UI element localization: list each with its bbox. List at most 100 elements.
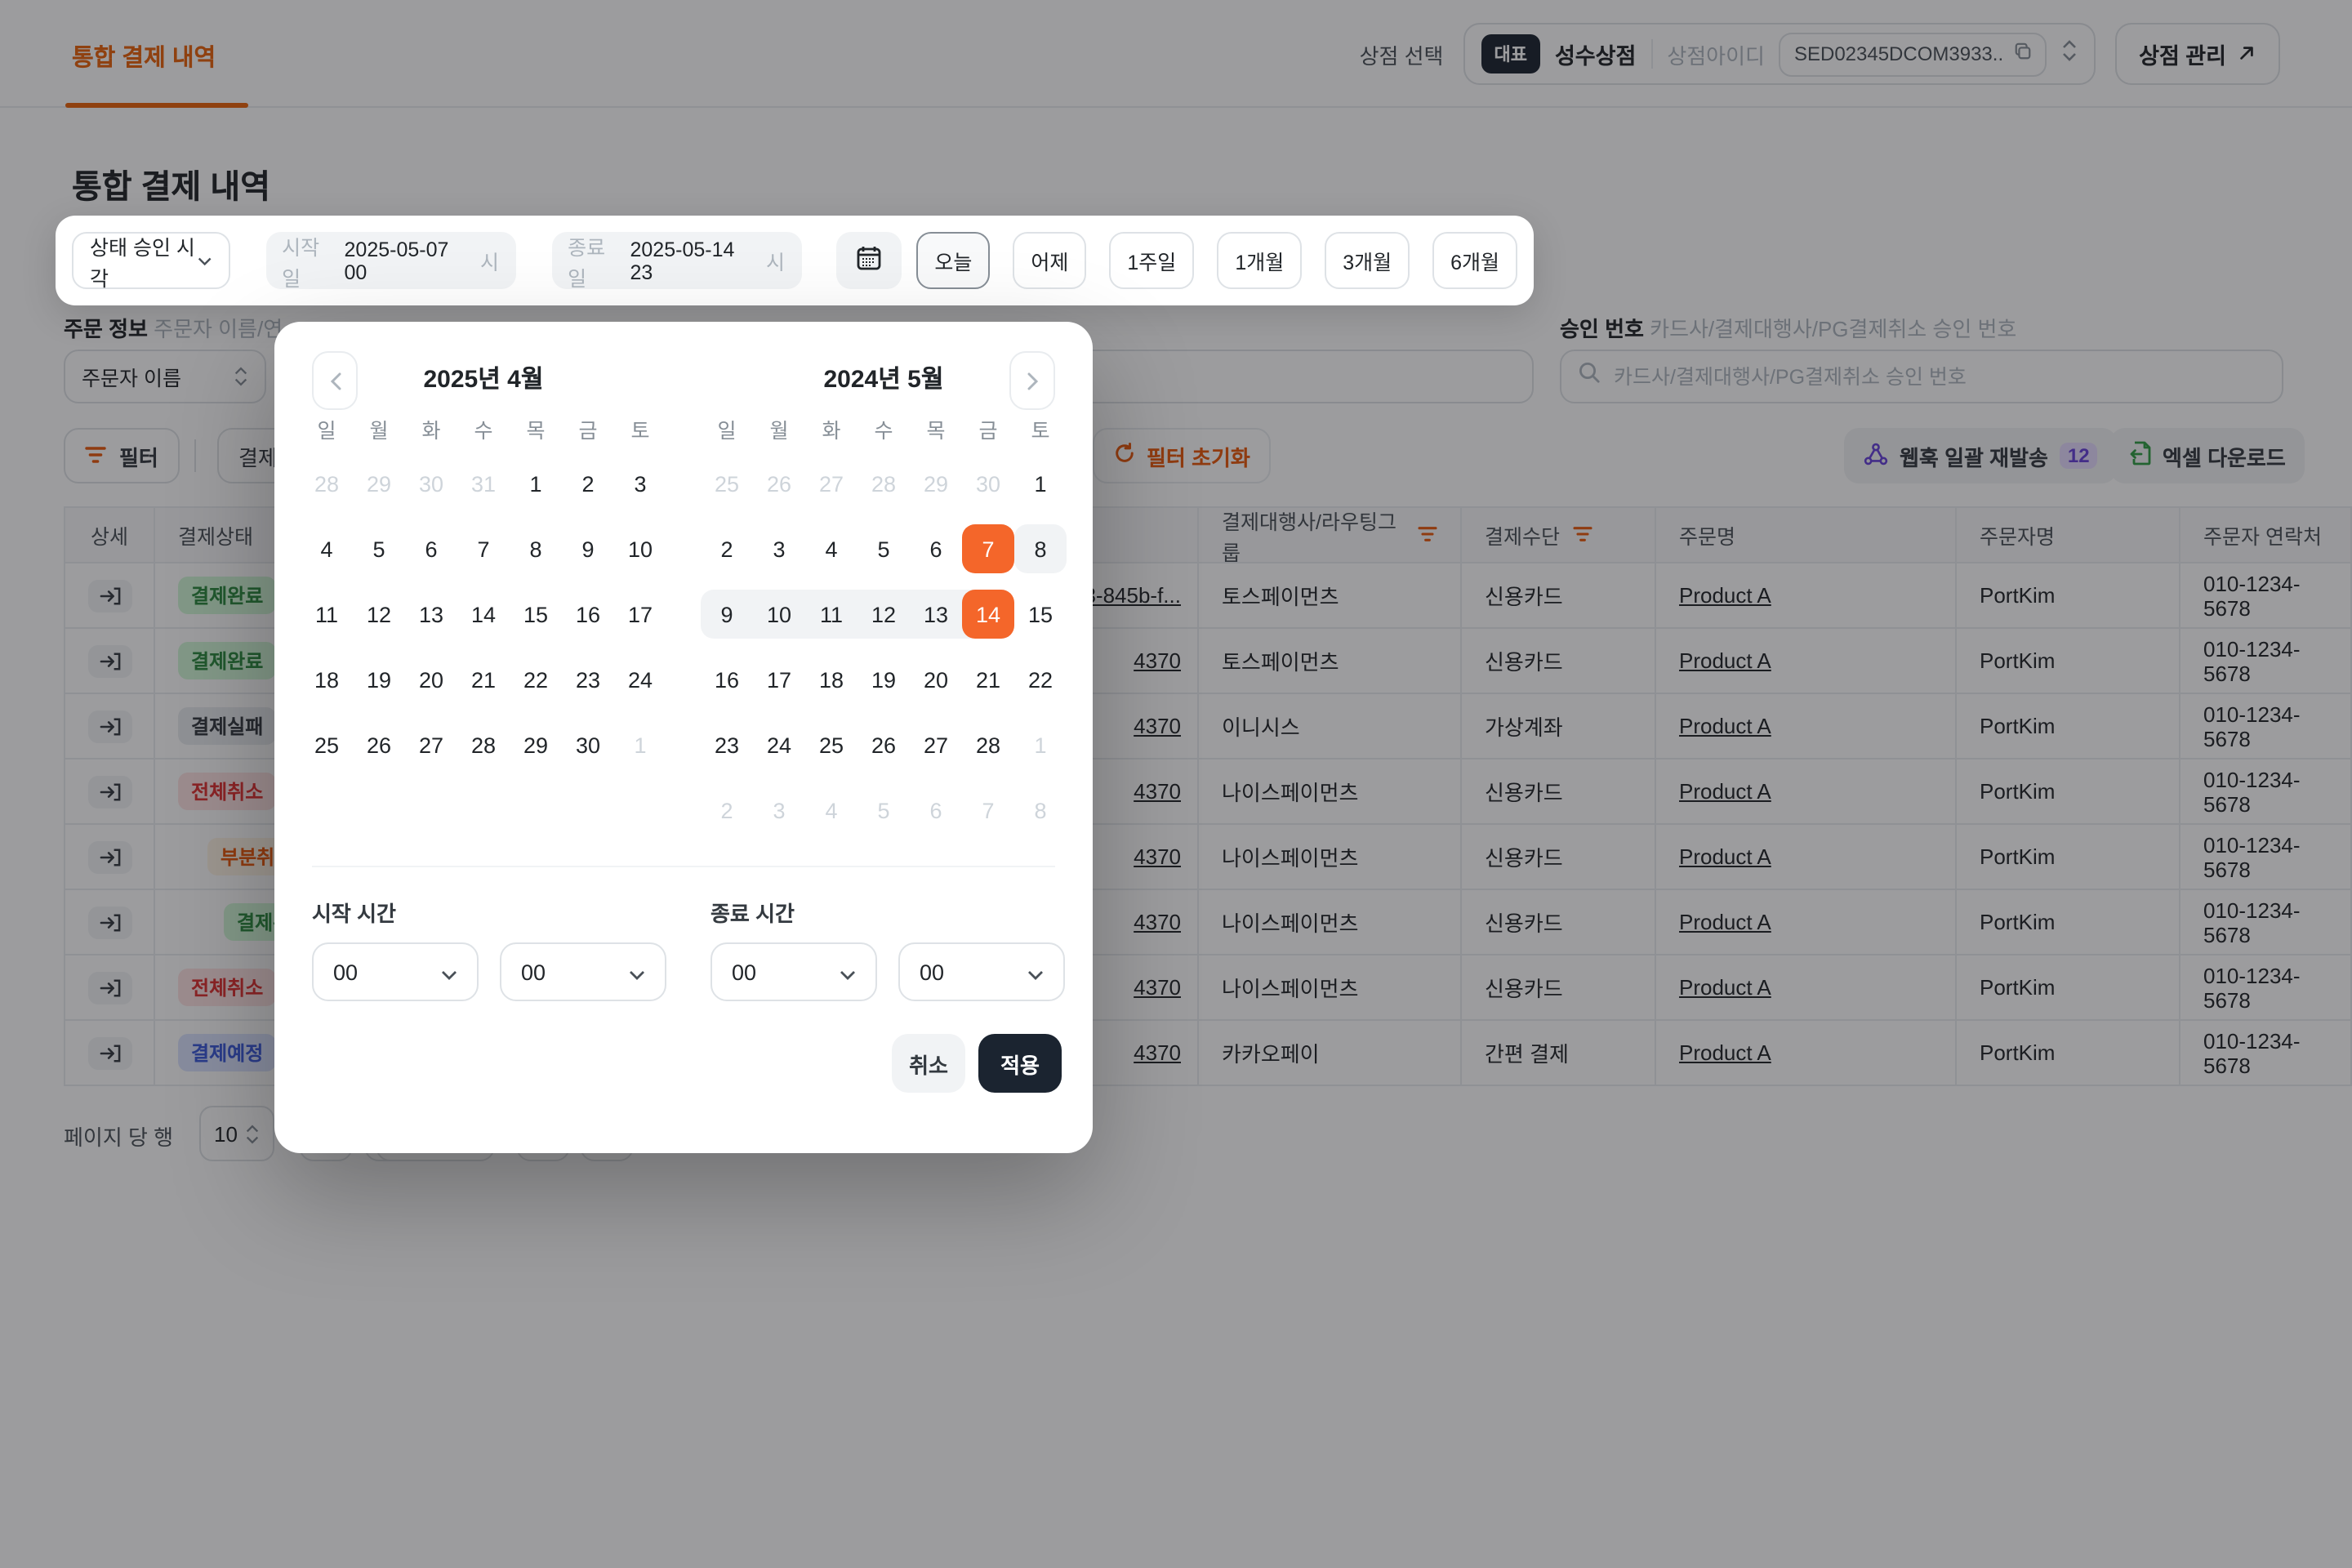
calendar-day-right[interactable]: 29 bbox=[910, 459, 962, 508]
calendar-day-left[interactable]: 17 bbox=[614, 590, 666, 639]
end-time-label: 종료 시간 bbox=[710, 897, 795, 928]
calendar-day-left[interactable]: 27 bbox=[405, 720, 457, 769]
calendar-day-left[interactable]: 6 bbox=[405, 524, 457, 573]
calendar-day-right[interactable]: 14 bbox=[962, 590, 1014, 639]
calendar-day-left[interactable]: 12 bbox=[353, 590, 405, 639]
calendar-day-right[interactable]: 18 bbox=[805, 655, 858, 704]
calendar-day-right[interactable]: 22 bbox=[1014, 655, 1067, 704]
calendar-day-left[interactable]: 28 bbox=[301, 459, 353, 508]
calendar-day-right[interactable]: 3 bbox=[753, 524, 805, 573]
time-select-0[interactable]: 00 bbox=[312, 942, 479, 1001]
calendar-day-right[interactable]: 8 bbox=[1014, 524, 1067, 573]
calendar-day-left[interactable]: 19 bbox=[353, 655, 405, 704]
calendar-day-left[interactable]: 29 bbox=[510, 720, 562, 769]
calendar-day-right[interactable]: 25 bbox=[805, 720, 858, 769]
calendar-day-right[interactable]: 9 bbox=[701, 590, 753, 639]
calendar-day-right[interactable]: 15 bbox=[1014, 590, 1067, 639]
calendar-day-right[interactable]: 1 bbox=[1014, 720, 1067, 769]
calendar-day-right[interactable]: 27 bbox=[805, 459, 858, 508]
calendar-day-right[interactable]: 10 bbox=[753, 590, 805, 639]
calendar-day-right[interactable]: 11 bbox=[805, 590, 858, 639]
calendar-day-left[interactable]: 29 bbox=[353, 459, 405, 508]
calendar-day-right[interactable]: 3 bbox=[753, 786, 805, 835]
calendar-day-right[interactable]: 13 bbox=[910, 590, 962, 639]
calendar-day-right[interactable]: 7 bbox=[962, 786, 1014, 835]
calendar-day-left[interactable]: 1 bbox=[510, 459, 562, 508]
calendar-day-left[interactable]: 3 bbox=[614, 459, 666, 508]
calendar-day-right[interactable]: 5 bbox=[858, 524, 910, 573]
start-date-input[interactable]: 시작일 2025-05-07 00 시 bbox=[265, 232, 515, 289]
status-time-type-select[interactable]: 상태 승인 시각 bbox=[72, 232, 229, 289]
time-select-1[interactable]: 00 bbox=[500, 942, 666, 1001]
calendar-day-left[interactable]: 25 bbox=[301, 720, 353, 769]
calendar-day-right[interactable]: 4 bbox=[805, 524, 858, 573]
calendar-day-left[interactable]: 31 bbox=[457, 459, 510, 508]
calendar-day-left[interactable]: 18 bbox=[301, 655, 353, 704]
calendar-day-right[interactable]: 24 bbox=[753, 720, 805, 769]
calendar-day-left[interactable]: 24 bbox=[614, 655, 666, 704]
calendar-day-right[interactable]: 5 bbox=[858, 786, 910, 835]
calendar-day-left[interactable]: 26 bbox=[353, 720, 405, 769]
calendar-day-left[interactable]: 23 bbox=[562, 655, 614, 704]
quick-range-button-5[interactable]: 6개월 bbox=[1432, 232, 1517, 289]
calendar-day-left[interactable]: 22 bbox=[510, 655, 562, 704]
calendar-day-right[interactable]: 4 bbox=[805, 786, 858, 835]
calendar-day-left[interactable]: 11 bbox=[301, 590, 353, 639]
calendar-day-left[interactable]: 16 bbox=[562, 590, 614, 639]
calendar-day-right[interactable]: 8 bbox=[1014, 786, 1067, 835]
calendar-day-left[interactable]: 7 bbox=[457, 524, 510, 573]
calendar-day-right[interactable]: 12 bbox=[858, 590, 910, 639]
calendar-day-right[interactable]: 27 bbox=[910, 720, 962, 769]
calendar-day-left[interactable]: 4 bbox=[301, 524, 353, 573]
calendar-day-left[interactable]: 10 bbox=[614, 524, 666, 573]
divider bbox=[312, 866, 1055, 867]
calendar-day-right[interactable]: 26 bbox=[858, 720, 910, 769]
quick-range-button-3[interactable]: 1개월 bbox=[1217, 232, 1302, 289]
calendar-day-left[interactable]: 21 bbox=[457, 655, 510, 704]
calendar-day-left[interactable]: 30 bbox=[405, 459, 457, 508]
calendar-day-right[interactable]: 23 bbox=[701, 720, 753, 769]
cancel-button[interactable]: 취소 bbox=[892, 1034, 965, 1093]
calendar-day-left[interactable]: 15 bbox=[510, 590, 562, 639]
end-date-input[interactable]: 종료일 2025-05-14 23 시 bbox=[551, 232, 801, 289]
calendar-day-right[interactable]: 2 bbox=[701, 786, 753, 835]
calendar-day-right[interactable]: 6 bbox=[910, 786, 962, 835]
calendar-day-left[interactable]: 2 bbox=[562, 459, 614, 508]
quick-range-button-0[interactable]: 오늘 bbox=[916, 232, 990, 289]
calendar-week: 28293031123 bbox=[301, 459, 666, 508]
calendar-day-left[interactable]: 14 bbox=[457, 590, 510, 639]
time-select-2[interactable]: 00 bbox=[710, 942, 877, 1001]
calendar-day-right[interactable]: 6 bbox=[910, 524, 962, 573]
calendar-day-right[interactable]: 28 bbox=[858, 459, 910, 508]
calendar-day-right[interactable]: 2 bbox=[701, 524, 753, 573]
calendar-day-left[interactable]: 13 bbox=[405, 590, 457, 639]
calendar-day-left[interactable]: 8 bbox=[510, 524, 562, 573]
calendar-day-right[interactable]: 28 bbox=[962, 720, 1014, 769]
calendar-day-left[interactable]: 5 bbox=[353, 524, 405, 573]
calendar-icon-button[interactable] bbox=[835, 232, 902, 289]
calendar-day-left[interactable]: 28 bbox=[457, 720, 510, 769]
calendar-day-right[interactable]: 30 bbox=[962, 459, 1014, 508]
calendar-week: 9101112131415 bbox=[701, 590, 1067, 639]
status-time-type-label: 상태 승인 시각 bbox=[90, 229, 198, 292]
quick-range-button-2[interactable]: 1주일 bbox=[1109, 232, 1194, 289]
apply-button[interactable]: 적용 bbox=[978, 1034, 1062, 1093]
calendar-day-right[interactable]: 16 bbox=[701, 655, 753, 704]
selected-day-overlay: 14 bbox=[962, 590, 1014, 639]
calendar-day-right[interactable]: 1 bbox=[1014, 459, 1067, 508]
calendar-day-left[interactable]: 30 bbox=[562, 720, 614, 769]
end-date-prefix: 종료일 bbox=[568, 229, 621, 292]
calendar-day-right[interactable]: 19 bbox=[858, 655, 910, 704]
time-select-3[interactable]: 00 bbox=[898, 942, 1065, 1001]
calendar-day-right[interactable]: 21 bbox=[962, 655, 1014, 704]
calendar-day-left[interactable]: 20 bbox=[405, 655, 457, 704]
quick-range-button-4[interactable]: 3개월 bbox=[1325, 232, 1410, 289]
calendar-day-right[interactable]: 26 bbox=[753, 459, 805, 508]
calendar-day-left[interactable]: 9 bbox=[562, 524, 614, 573]
calendar-day-right[interactable]: 20 bbox=[910, 655, 962, 704]
quick-range-button-1[interactable]: 어제 bbox=[1013, 232, 1086, 289]
calendar-day-right[interactable]: 7 bbox=[962, 524, 1014, 573]
calendar-day-left[interactable]: 1 bbox=[614, 720, 666, 769]
calendar-day-right[interactable]: 17 bbox=[753, 655, 805, 704]
calendar-day-right[interactable]: 25 bbox=[701, 459, 753, 508]
